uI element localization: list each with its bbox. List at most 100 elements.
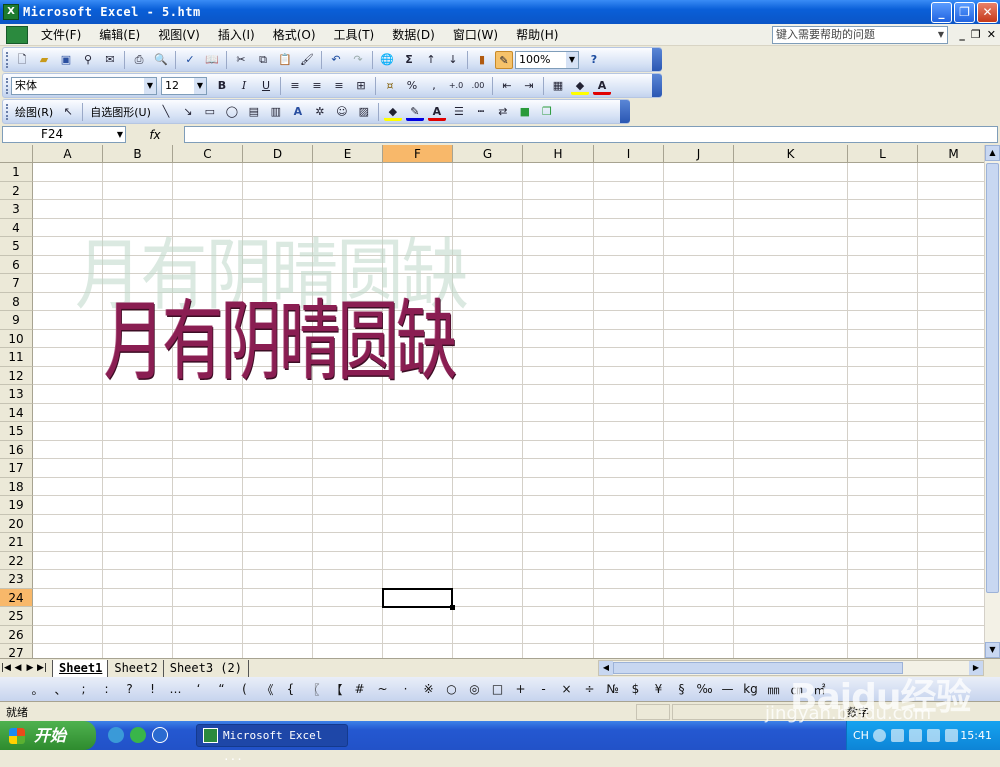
help-icon[interactable]: ? [585,51,603,69]
row-header-11[interactable]: 11 [0,348,33,367]
symbol-button[interactable]: ! [141,682,164,696]
symbol-button[interactable]: : [95,682,118,696]
print-icon[interactable]: ⎙ [130,51,148,69]
align-left-icon[interactable]: ≡ [286,77,304,95]
column-header-k[interactable]: K [734,145,848,163]
column-header-e[interactable]: E [313,145,383,163]
minimize-button[interactable]: _ [931,2,952,23]
tray-volume-icon[interactable] [927,729,940,742]
wordart-object[interactable]: 月有阴晴圆缺 [104,272,457,397]
row-header-25[interactable]: 25 [0,607,33,626]
open-icon[interactable]: ▰ [35,51,53,69]
symbol-button[interactable]: 【 [325,681,348,698]
symbol-button[interactable]: § [670,682,693,696]
column-header-c[interactable]: C [173,145,243,163]
line-icon[interactable]: ╲ [157,103,175,121]
symbol-button[interactable]: ○ [440,682,463,696]
tray-collapse-icon[interactable] [873,729,886,742]
row-header-7[interactable]: 7 [0,274,33,293]
last-sheet-button[interactable]: ▶| [36,663,48,673]
wordart-icon[interactable]: A [289,103,307,121]
close-button[interactable]: ✕ [977,2,998,23]
row-header-1[interactable]: 1 [0,163,33,182]
menu-format[interactable]: 格式(O) [264,26,325,43]
permission-icon[interactable]: ⚲ [79,51,97,69]
bold-button[interactable]: B [213,77,231,95]
start-button[interactable]: 开始 [0,721,96,750]
italic-button[interactable]: I [235,77,253,95]
fill-color-icon[interactable]: ◆ [383,103,402,121]
symbol-button[interactable]: ‘ [187,682,210,696]
symbol-button[interactable]: 。 [26,681,49,698]
toolbar-grip[interactable] [6,104,9,120]
undo-icon[interactable]: ↶ [327,51,345,69]
workbook-restore-button[interactable]: ❐ [971,28,981,41]
fill-color-icon[interactable]: ◆ [571,77,589,95]
arrow-style-icon[interactable]: ⇄ [494,103,512,121]
row-header-10[interactable]: 10 [0,329,33,348]
chart-wizard-icon[interactable]: ▮ [473,51,491,69]
3d-icon[interactable]: ❒ [538,103,556,121]
row-header-19[interactable]: 19 [0,496,33,515]
excel-app-icon[interactable]: X [3,4,19,20]
first-sheet-button[interactable]: |◀ [0,663,12,673]
font-size-select[interactable]: 12 ▼ [161,76,207,95]
symbol-button[interactable]: ~ [371,682,394,696]
shadow-icon[interactable]: ■ [516,103,534,121]
row-header-23[interactable]: 23 [0,570,33,589]
row-header-16[interactable]: 16 [0,440,33,459]
align-center-icon[interactable]: ≡ [308,77,326,95]
rectangle-icon[interactable]: ▭ [201,103,219,121]
row-header-3[interactable]: 3 [0,200,33,219]
symbol-button[interactable]: kg [739,682,762,696]
decrease-decimal-icon[interactable]: .00 [469,77,487,95]
toolbar-grip[interactable] [6,52,9,68]
symbol-button[interactable]: 、 [49,681,72,698]
symbol-button[interactable]: $ [624,682,647,696]
row-header-13[interactable]: 13 [0,385,33,404]
underline-button[interactable]: U [257,77,275,95]
borders-icon[interactable]: ▦ [549,77,567,95]
row-header-27[interactable]: 27 [0,644,33,658]
symbol-button[interactable]: ㎜ [762,681,785,698]
menu-help[interactable]: 帮助(H) [507,26,567,43]
diagram-icon[interactable]: ✲ [311,103,329,121]
menu-window[interactable]: 窗口(W) [444,26,507,43]
clipart-icon[interactable]: ☺ [333,103,351,121]
hyperlink-icon[interactable]: 🌐 [378,51,396,69]
chevron-down-icon[interactable]: ▼ [117,127,123,142]
column-header-j[interactable]: J [664,145,734,163]
chevron-down-icon[interactable]: ▼ [194,77,206,94]
sheet-tab-sheet3-2[interactable]: Sheet3 (2) [162,659,249,677]
redo-icon[interactable]: ↷ [349,51,367,69]
row-header-17[interactable]: 17 [0,459,33,478]
font-select[interactable]: 宋体 ▼ [11,76,157,95]
symbol-button[interactable]: # [348,682,371,696]
column-header-d[interactable]: D [243,145,313,163]
symbol-button[interactable]: - [532,682,555,696]
symbol-button[interactable]: — [716,682,739,696]
next-sheet-button[interactable]: ▶ [24,663,36,673]
sort-ascending-icon[interactable]: ↑ [422,51,440,69]
toolbar-options-button[interactable] [620,100,630,123]
row-header-20[interactable]: 20 [0,514,33,533]
sheet-tab-sheet2[interactable]: Sheet2 [107,659,165,677]
select-all-button[interactable] [0,145,33,163]
row-header-14[interactable]: 14 [0,403,33,422]
decrease-indent-icon[interactable]: ⇤ [498,77,516,95]
print-preview-icon[interactable]: 🔍 [152,51,170,69]
scroll-down-button[interactable]: ▼ [985,642,1000,658]
chevron-down-icon[interactable]: ▼ [935,27,947,43]
quicklaunch-browser-icon[interactable] [108,727,124,743]
font-color-button[interactable]: A [593,77,611,95]
chevron-down-icon[interactable]: ▼ [566,51,578,68]
symbol-button[interactable]: ? [118,682,141,696]
draw-menu-button[interactable]: 绘图(R) [11,104,57,120]
format-painter-icon[interactable]: 🖌 [298,51,316,69]
column-header-f[interactable]: F [383,145,453,163]
row-header-26[interactable]: 26 [0,625,33,644]
merge-center-icon[interactable]: ⊞ [352,77,370,95]
row-header-4[interactable]: 4 [0,218,33,237]
drawing-icon[interactable]: ✎ [495,50,513,69]
increase-indent-icon[interactable]: ⇥ [520,77,538,95]
